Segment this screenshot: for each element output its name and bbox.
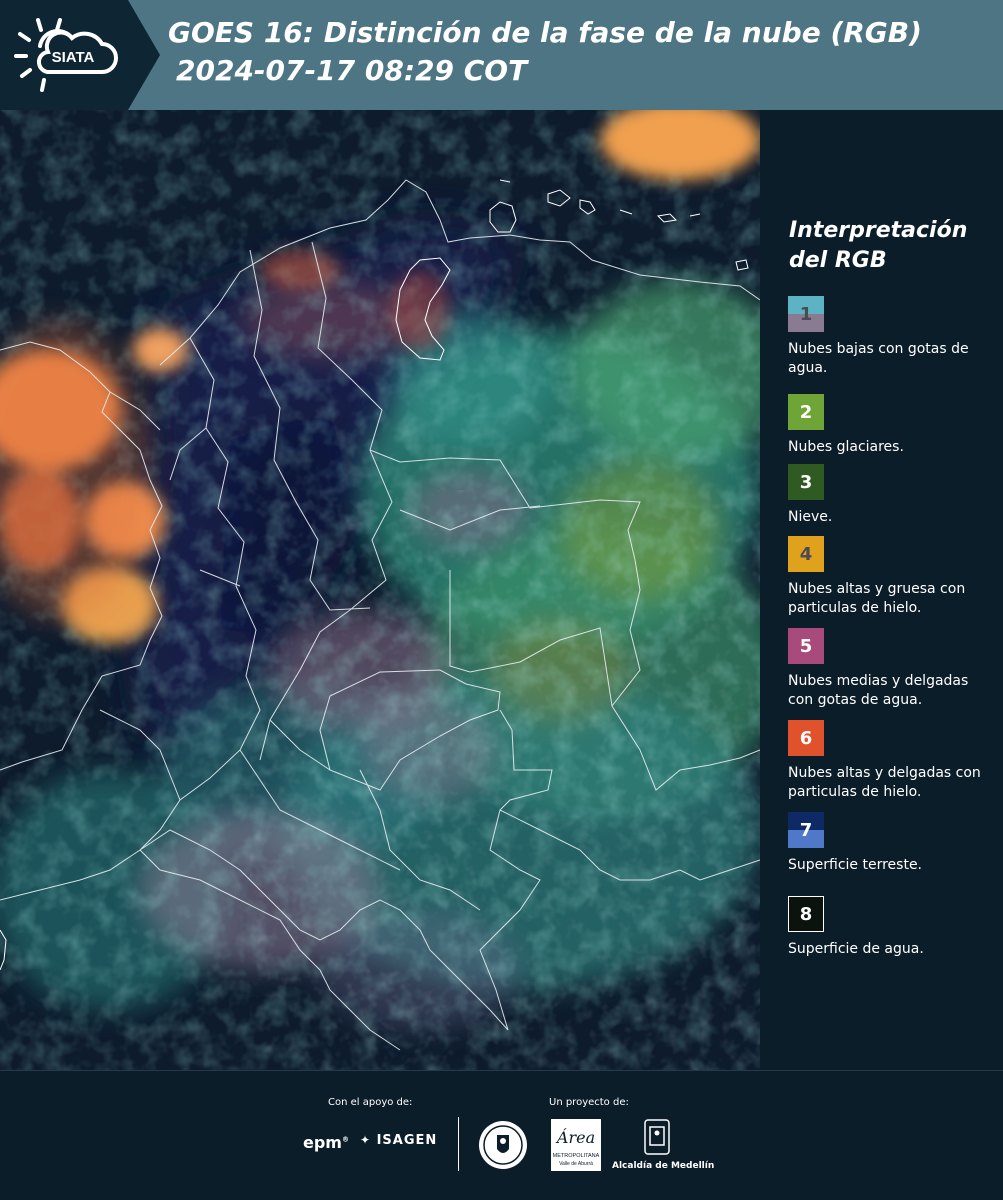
legend-item-3: 3 Nieve. — [788, 464, 988, 527]
legend-title-line-2: del RGB — [789, 248, 887, 273]
legend-title-line-1: Interpretación — [789, 218, 968, 243]
legend-text-6: Nubes altas y delgadas con particulas de… — [788, 765, 981, 800]
legend-swatch-6: 6 — [788, 720, 824, 756]
satellite-map — [0, 110, 760, 1070]
legend-item-4: 4 Nubes altas y gruesa con particulas de … — [788, 536, 988, 618]
area-logo-word: Área — [555, 1127, 595, 1147]
isagen-logo-text: ISAGEN — [376, 1133, 438, 1148]
area-logo-line-2: METROPOLITANA — [553, 1153, 600, 1159]
legend-text-4: Nubes altas y gruesa con particulas de h… — [788, 581, 966, 616]
legend-swatch-8: 8 — [788, 896, 824, 932]
area-metropolitana-logo: Área METROPOLITANA Valle de Aburrá — [551, 1119, 601, 1171]
legend-swatch-4: 4 — [788, 536, 824, 572]
title-line-2: 2024-07-17 08:29 COT — [176, 54, 528, 87]
epm-logo-text: epm — [303, 1133, 342, 1152]
legend-text-2: Nubes glaciares. — [788, 439, 904, 455]
legend-text-1: Nubes bajas con gotas de agua. — [788, 341, 969, 376]
legend-item-5: 5 Nubes medias y delgadas con gotas de ag… — [788, 628, 988, 710]
legend-item-2: 2 Nubes glaciares. — [788, 394, 988, 457]
legend-swatch-5: 5 — [788, 628, 824, 664]
alcaldia-crest-icon — [644, 1119, 670, 1155]
header-bar: SIATA GOES 16: Distinción de la fase de … — [0, 0, 1003, 110]
alcaldia-text: Alcaldía de Medellín — [612, 1161, 715, 1171]
legend-swatch-1: 1 — [788, 296, 824, 332]
government-seal-icon — [479, 1121, 527, 1169]
legend-panel: Interpretación del RGB 1 Nubes bajas con … — [776, 110, 1003, 1070]
legend-text-3: Nieve. — [788, 509, 833, 525]
isagen-mark-icon: ✦ — [360, 1133, 372, 1147]
legend-number-8: 8 — [799, 903, 813, 925]
legend-number-3: 3 — [799, 471, 813, 493]
legend-number-7: 7 — [799, 819, 813, 841]
legend-title: Interpretación del RGB — [789, 216, 967, 276]
legend-swatch-2: 2 — [788, 394, 824, 430]
legend-item-7: 7 Superficie terreste. — [788, 812, 988, 875]
legend-item-6: 6 Nubes altas y delgadas con particulas d… — [788, 720, 988, 802]
legend-number-4: 4 — [799, 543, 813, 565]
page-title: GOES 16: Distinción de la fase de la nub… — [168, 14, 922, 90]
legend-number-1: 1 — [799, 303, 813, 325]
legend-number-5: 5 — [799, 635, 813, 657]
siata-logo-text: SIATA — [52, 49, 95, 66]
support-label: Con el apoyo de: — [328, 1097, 413, 1108]
legend-item-1: 1 Nubes bajas con gotas de agua. — [788, 296, 988, 378]
legend-text-8: Superficie de agua. — [788, 941, 924, 957]
legend-number-6: 6 — [799, 727, 813, 749]
legend-number-2: 2 — [799, 401, 813, 423]
area-logo-line-3: Valle de Aburrá — [559, 1161, 593, 1167]
legend-text-7: Superficie terreste. — [788, 857, 923, 873]
isagen-logo: ✦ ISAGEN — [360, 1133, 437, 1148]
legend-swatch-3: 3 — [788, 464, 824, 500]
footer-divider — [458, 1117, 459, 1171]
epm-logo: epm® — [303, 1133, 349, 1152]
satellite-map-image — [0, 110, 760, 1070]
siata-logo-block: SIATA — [0, 0, 160, 110]
legend-item-8: 8 Superficie de agua. — [788, 896, 988, 959]
footer-bar: Con el apoyo de: Un proyecto de: epm® ✦ … — [0, 1070, 1003, 1200]
alcaldia-logo: Alcaldía de Medellín — [612, 1119, 715, 1171]
legend-swatch-7: 7 — [788, 812, 824, 848]
project-label: Un proyecto de: — [549, 1097, 629, 1108]
title-line-1: GOES 16: Distinción de la fase de la nub… — [168, 16, 922, 49]
siata-logo-icon: SIATA — [14, 18, 118, 92]
legend-text-5: Nubes medias y delgadas con gotas de agu… — [788, 673, 969, 708]
